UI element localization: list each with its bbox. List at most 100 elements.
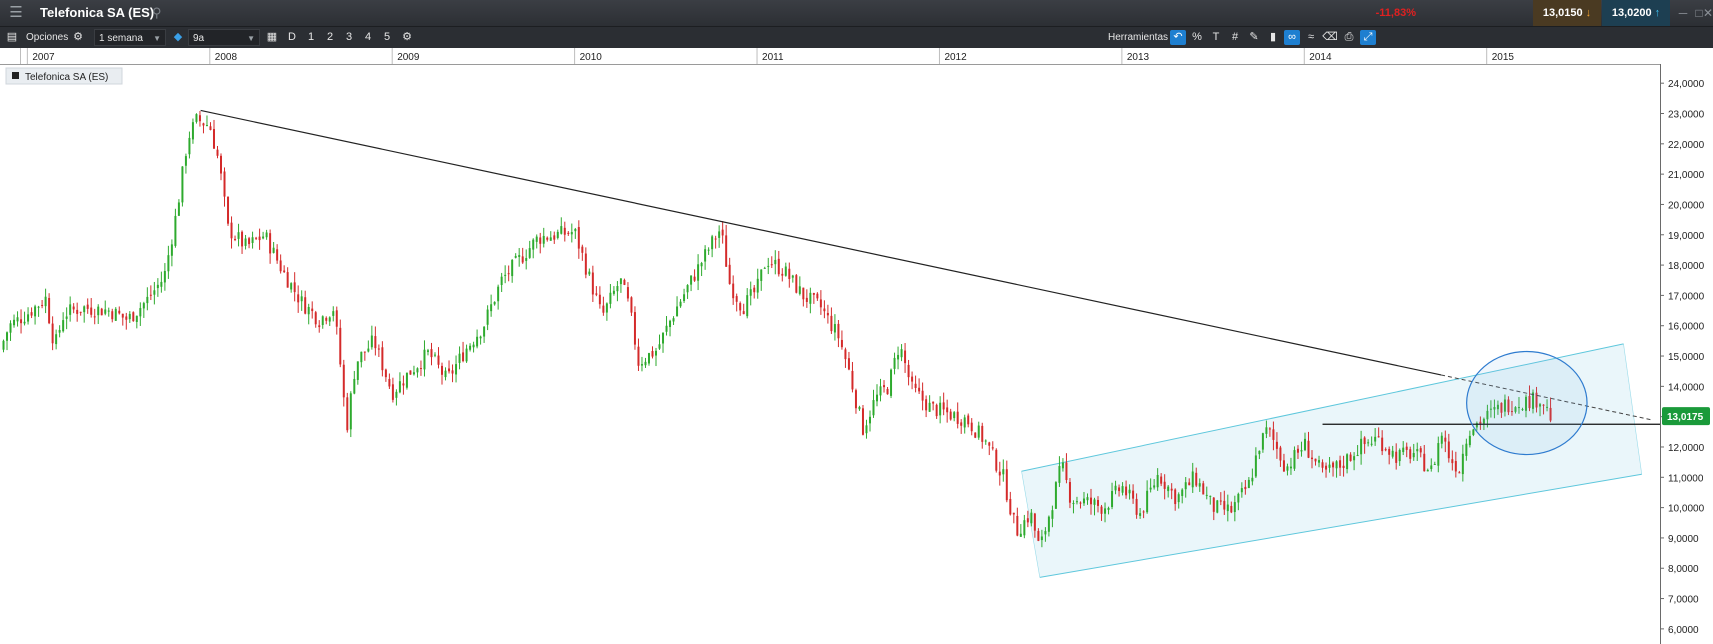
draw-tool-icon[interactable]: ✎	[1246, 30, 1262, 45]
price-chart[interactable]: 2007 2008 2009 2010 2011 2012 2013 2014 2015 6,00…	[0, 48, 1713, 644]
candle-body	[837, 323, 840, 339]
candle-body	[114, 308, 117, 321]
eraser-icon[interactable]: ⌫	[1322, 30, 1338, 45]
candle-body	[321, 316, 324, 326]
instrument-title[interactable]: Telefonica SA (ES)	[40, 4, 154, 22]
gear-icon[interactable]: ⚙	[70, 30, 86, 45]
period-button-3[interactable]: 3	[341, 30, 357, 45]
expand-icon[interactable]: ⤢	[1360, 30, 1376, 45]
candle-body	[367, 348, 370, 352]
candle-body	[227, 197, 230, 224]
bid-price-button[interactable]: 13,0150 ↓	[1533, 0, 1601, 26]
candle-body	[981, 425, 984, 442]
y-tick-label: 22,0000	[1668, 140, 1705, 151]
candle-body	[525, 258, 528, 261]
candle-body	[907, 364, 910, 378]
candle-body	[444, 370, 447, 378]
candle-body	[1437, 443, 1440, 466]
candle-body	[1363, 437, 1366, 445]
candle-body	[718, 231, 721, 238]
candle-body	[230, 222, 233, 239]
print-icon[interactable]: ⎙	[1341, 30, 1357, 45]
period-button-d[interactable]: D	[284, 30, 300, 45]
candle-body	[1163, 481, 1166, 489]
candle-body	[605, 303, 608, 313]
candle-body	[816, 293, 819, 299]
interval-value: 1 semana	[99, 33, 143, 44]
search-icon[interactable]: ⚲	[152, 4, 162, 22]
candle-body	[1335, 461, 1338, 469]
candle-body	[1381, 437, 1384, 452]
candle-body	[697, 264, 700, 281]
candle-body	[1104, 508, 1107, 514]
candle-body	[490, 304, 493, 312]
text-size-icon[interactable]: T	[1208, 30, 1224, 45]
candle-body	[448, 368, 451, 372]
period-button-5[interactable]: 5	[379, 30, 395, 45]
candle-body	[1195, 472, 1198, 486]
candle-body	[339, 327, 342, 365]
lock-icon[interactable]: ◆	[170, 30, 186, 45]
candle-body	[13, 319, 16, 326]
candle-body	[833, 324, 836, 333]
candle-body	[577, 227, 580, 249]
candle-body	[412, 372, 415, 375]
candle-body	[679, 301, 682, 307]
interval-select[interactable]: 1 semana ▼	[94, 29, 166, 46]
candle-body	[100, 308, 103, 316]
app-window: ☰ Telefonica SA (ES) ⚲ -11,83% 13,0150 ↓…	[0, 0, 1713, 644]
candle-body	[1461, 453, 1464, 475]
candle-body	[518, 255, 521, 257]
candle-body	[41, 304, 44, 306]
minimize-icon[interactable]: ─	[1675, 5, 1691, 21]
y-tick-label: 15,0000	[1668, 352, 1705, 363]
candle-body	[353, 378, 356, 394]
candle-body	[486, 309, 489, 325]
candle-body	[1412, 453, 1415, 458]
calendar-icon[interactable]: ▦	[264, 30, 280, 45]
close-icon[interactable]: ✕	[1700, 5, 1713, 21]
ask-price-button[interactable]: 13,0200 ↑	[1602, 0, 1670, 26]
candle-body	[847, 358, 850, 370]
candle-body	[146, 296, 149, 304]
candle-body	[1321, 462, 1324, 468]
candle-body	[609, 292, 612, 304]
period-button-4[interactable]: 4	[360, 30, 376, 45]
candle-body	[409, 370, 412, 375]
x-tick-label: 2012	[944, 52, 967, 63]
percent-button[interactable]: %	[1189, 30, 1205, 45]
candle-body	[248, 238, 251, 245]
candle-body	[1002, 469, 1005, 475]
candle-body	[388, 379, 391, 387]
candle-body	[1402, 447, 1405, 453]
settings-gear-icon[interactable]: ⚙	[399, 30, 415, 45]
candle-body	[1251, 477, 1254, 482]
candle-body	[504, 274, 507, 276]
candle-body	[332, 311, 335, 316]
candle-body	[1286, 466, 1289, 471]
candle-body	[630, 297, 633, 313]
candle-body	[949, 411, 952, 420]
candle-body	[20, 319, 23, 324]
candle-body	[918, 387, 921, 392]
candle-body	[6, 332, 9, 341]
period-button-2[interactable]: 2	[322, 30, 338, 45]
grid-icon[interactable]: #	[1227, 30, 1243, 45]
candle-body	[121, 313, 124, 318]
indicator-icon[interactable]: ≈	[1303, 30, 1319, 45]
options-button[interactable]: Opciones	[26, 27, 68, 48]
range-select[interactable]: 9a ▼	[188, 29, 260, 46]
link-icon[interactable]: ∞	[1284, 30, 1300, 45]
back-arrow-icon[interactable]: ↶	[1170, 30, 1186, 45]
list-icon[interactable]: ▤	[4, 30, 20, 45]
y-tick-label: 18,0000	[1668, 261, 1705, 272]
candle-icon[interactable]: ▮	[1265, 30, 1281, 45]
period-button-1[interactable]: 1	[303, 30, 319, 45]
candle-body	[1198, 483, 1201, 487]
candle-body	[669, 320, 672, 328]
candle-body	[1019, 533, 1022, 537]
hamburger-menu-icon[interactable]: ☰	[8, 5, 24, 21]
candle-body	[139, 308, 142, 317]
candle-body	[198, 115, 201, 122]
candle-body	[265, 232, 268, 238]
